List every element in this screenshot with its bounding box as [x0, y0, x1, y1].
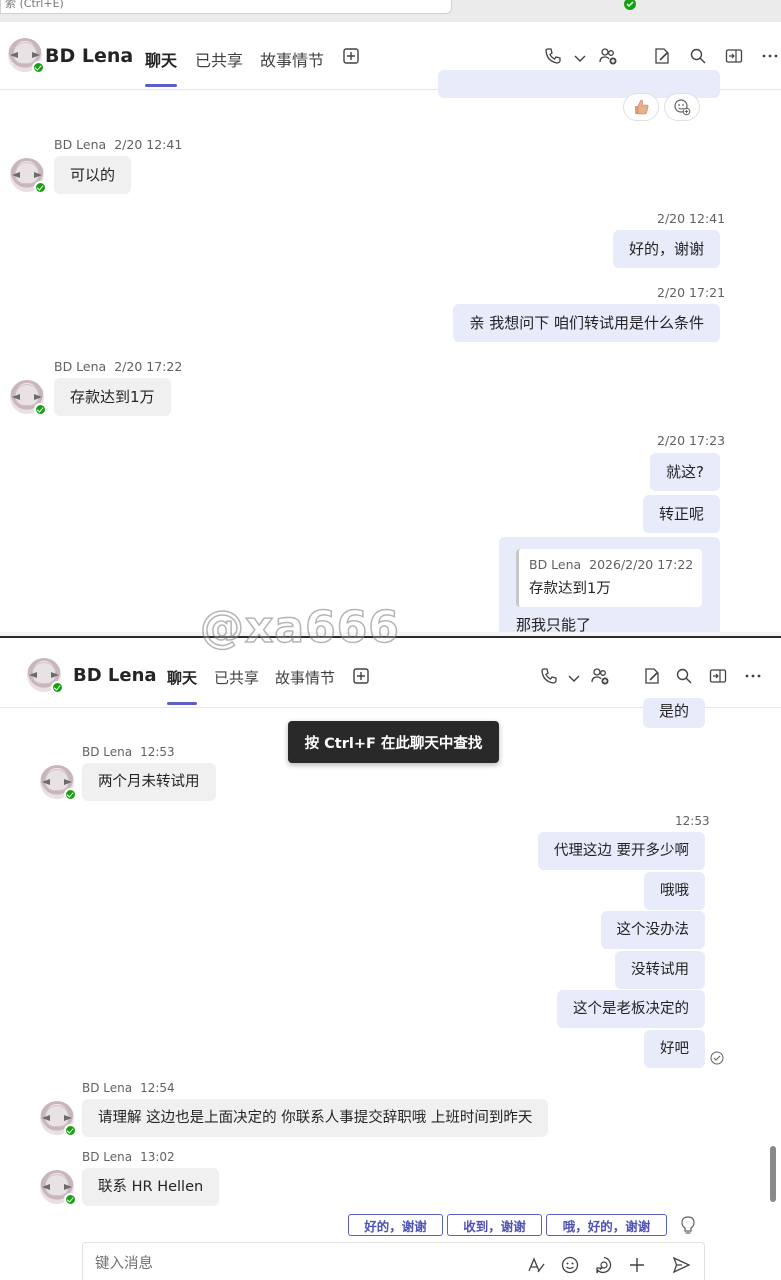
avatar[interactable] [27, 658, 64, 694]
tab-chat[interactable]: 聊天 [145, 47, 177, 71]
suggested-reply-button[interactable]: 哦，好的，谢谢 [546, 1214, 667, 1236]
quote-sender: BD Lena [529, 557, 582, 572]
contact-name[interactable]: BD Lena [73, 665, 157, 686]
suggested-reply-button[interactable]: 好的，谢谢 [348, 1214, 443, 1236]
phone-icon[interactable] [543, 46, 563, 66]
presence-icon [64, 1124, 77, 1137]
thumbs-up-icon[interactable] [623, 93, 659, 121]
avatar[interactable] [40, 1101, 77, 1137]
tab-underline [145, 84, 177, 87]
add-tab-icon[interactable] [341, 46, 361, 66]
message-meta: BD Lena 13:02 [82, 1150, 175, 1164]
presence-icon [51, 681, 64, 694]
add-tab-icon[interactable] [351, 666, 371, 686]
add-people-icon[interactable] [598, 46, 618, 66]
presence-icon [32, 61, 45, 74]
message-meta: BD Lena 2/20 12:41 [54, 137, 183, 152]
message-time: 12:53 [675, 814, 710, 828]
message-bubble[interactable]: 亲 我想问下 咱们转试用是什么条件 [453, 304, 720, 342]
message-meta: BD Lena 12:53 [82, 745, 175, 759]
message-bubble[interactable]: 这个没办法 [600, 911, 705, 949]
avatar[interactable] [40, 765, 77, 801]
read-receipt-icon [710, 1051, 724, 1065]
presence-icon [34, 181, 47, 194]
message-bubble[interactable]: 转正呢 [642, 495, 720, 533]
message-meta: BD Lena 2/20 17:22 [54, 359, 183, 374]
suggested-reply-button[interactable]: 收到，谢谢 [447, 1214, 542, 1236]
message-time: 2/20 17:23 [657, 433, 726, 448]
pop-out-icon[interactable] [652, 46, 672, 66]
reply-text: 那我只能了 [516, 616, 592, 632]
quoted-message[interactable]: BD Lena 2026/2/20 17:22 存款达到1万 [516, 549, 702, 607]
presence-icon [64, 1193, 77, 1206]
loop-icon[interactable] [594, 1255, 614, 1275]
message-bubble[interactable]: 就这? [650, 453, 720, 491]
scrollbar[interactable] [770, 1146, 776, 1202]
search-icon[interactable] [688, 46, 708, 66]
title-bar: 索 (Ctrl+E) [0, 0, 781, 22]
presence-icon [34, 403, 47, 416]
emoji-icon[interactable] [560, 1255, 580, 1275]
tab-storyline[interactable]: 故事情节 [260, 47, 324, 71]
plus-icon[interactable] [627, 1255, 647, 1275]
message-bubble[interactable]: 哦哦 [644, 872, 705, 910]
phone-icon[interactable] [539, 666, 559, 686]
avatar[interactable] [8, 38, 45, 74]
watermark: @xa666 [199, 601, 400, 654]
chat-panel-bottom: BD Lena 聊天 已共享 故事情节 是的 按 Ctrl+F 在此聊天中查找 … [0, 636, 781, 1280]
message-bubble[interactable]: 代理这边 要开多少啊 [537, 832, 705, 870]
avatar[interactable] [10, 380, 47, 416]
chevron-down-icon[interactable] [564, 668, 584, 688]
message-bubble[interactable]: 好的，谢谢 [612, 230, 720, 268]
chat-panel-top: 索 (Ctrl+E) BD Lena 聊天 已共享 故事情节 BD Lena 2/… [0, 0, 781, 632]
message-bubble-partial[interactable]: 是的 [642, 698, 705, 728]
tab-shared[interactable]: 已共享 [214, 667, 259, 688]
add-people-icon[interactable] [590, 666, 610, 686]
message-bubble[interactable]: 好吧 [644, 1030, 705, 1068]
send-icon[interactable] [671, 1255, 691, 1275]
reply-bubble[interactable]: BD Lena 2026/2/20 17:22 存款达到1万 那我只能了 [499, 537, 720, 632]
tab-chat[interactable]: 聊天 [167, 667, 197, 688]
avatar[interactable] [40, 1170, 77, 1206]
add-reaction-icon[interactable] [664, 93, 700, 121]
tab-storyline[interactable]: 故事情节 [275, 667, 335, 688]
presence-icon [64, 788, 77, 801]
open-panel-icon[interactable] [708, 666, 728, 686]
quote-text: 存款达到1万 [529, 581, 611, 597]
message-bubble[interactable]: 没转试用 [615, 951, 705, 989]
message-meta: BD Lena 12:54 [82, 1081, 175, 1095]
contact-name[interactable]: BD Lena [45, 45, 133, 67]
message-time: 2/20 12:41 [657, 211, 726, 226]
lightbulb-icon[interactable] [679, 1215, 697, 1235]
chevron-down-icon[interactable] [570, 48, 590, 68]
message-bubble[interactable]: 两个月未转试用 [82, 763, 216, 801]
search-box[interactable]: 索 (Ctrl+E) [0, 0, 452, 14]
pop-out-icon[interactable] [642, 666, 662, 686]
more-icon[interactable] [760, 46, 780, 66]
presence-icon [624, 0, 636, 10]
message-composer[interactable] [82, 1242, 705, 1280]
message-input[interactable] [95, 1253, 395, 1275]
message-time: 2/20 17:21 [657, 285, 726, 300]
more-icon[interactable] [743, 666, 763, 686]
message-bubble[interactable]: 可以的 [54, 156, 132, 194]
message-bubble[interactable]: 存款达到1万 [54, 378, 171, 416]
tab-shared[interactable]: 已共享 [195, 47, 243, 71]
tab-underline [167, 702, 197, 705]
avatar[interactable] [10, 158, 47, 194]
open-panel-icon[interactable] [724, 46, 744, 66]
search-icon[interactable] [674, 666, 694, 686]
message-bubble[interactable]: 这个是老板决定的 [557, 990, 705, 1028]
message-bubble[interactable]: 请理解 这边也是上面决定的 你联系人事提交辞职哦 上班时间到昨天 [82, 1099, 549, 1137]
search-tooltip: 按 Ctrl+F 在此聊天中查找 [288, 721, 499, 763]
message-bubble[interactable]: 联系 HR Hellen [82, 1168, 220, 1206]
quote-time: 2026/2/20 17:22 [589, 557, 694, 572]
format-icon[interactable] [526, 1255, 546, 1275]
